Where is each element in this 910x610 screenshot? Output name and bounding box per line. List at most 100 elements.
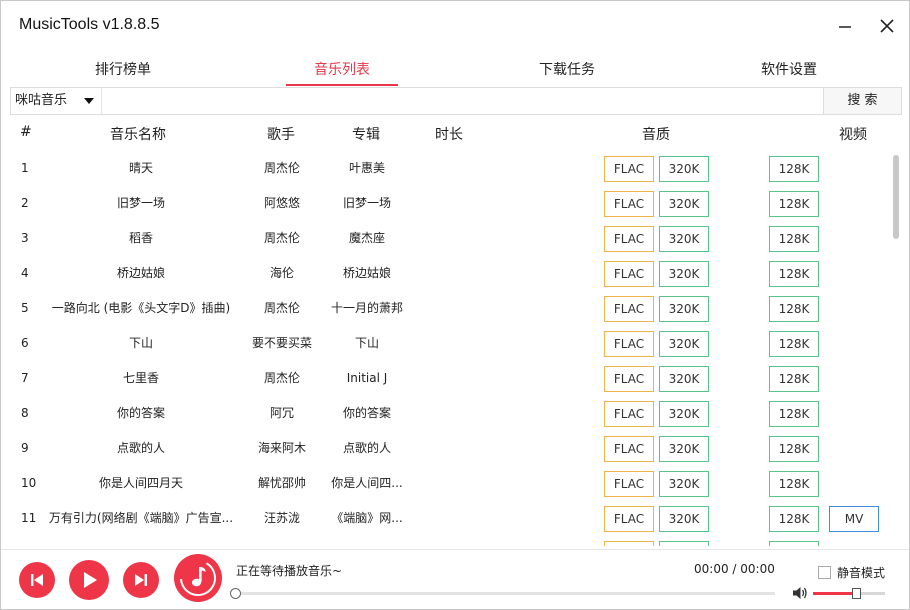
now-playing-disc[interactable] [174,554,222,602]
mp3-320k-download-button[interactable]: 320K [659,156,709,182]
mp3-128k-download-button[interactable] [769,541,819,546]
table-row[interactable]: 11 万有引力(网络剧《端脑》广告宣... 汪苏泷 《端脑》网... FLAC 320K 1… [1,501,889,536]
song-album: 魔杰座 [348,231,385,245]
song-album: 《端脑》网... [331,511,403,525]
flac-download-button[interactable] [604,541,654,546]
song-singer [246,536,318,546]
tab-settings[interactable]: 软件设置 [758,59,820,85]
mp3-128k-download-button[interactable]: 128K [769,471,819,497]
header-name: 音乐名称 [110,127,166,143]
mp3-320k-download-button[interactable]: 320K [659,506,709,532]
previous-button[interactable] [19,562,55,598]
table-row[interactable]: 5 一路向北 (电影《头文字D》插曲) 周杰伦 十一月的萧邦 FLAC 320K 128K [1,291,889,326]
mp3-320k-download-button[interactable]: 320K [659,436,709,462]
flac-download-button[interactable]: FLAC [604,436,654,462]
skip-next-icon [135,574,147,586]
table-row[interactable]: 10 你是人间四月天 解忧邵帅 你是人间四... FLAC 320K 128K [1,466,889,501]
flac-download-button[interactable]: FLAC [604,191,654,217]
volume-slider[interactable] [813,588,885,599]
mute-checkbox[interactable] [818,566,831,579]
table-row[interactable]: 1 晴天 周杰伦 叶惠美 FLAC 320K 128K [1,151,889,186]
song-album: 旧梦一场 [342,196,391,210]
song-singer: 阿冗 [269,406,294,420]
mp3-128k-download-button[interactable]: 128K [769,191,819,217]
mp3-128k-download-button[interactable]: 128K [769,401,819,427]
close-button[interactable] [877,16,897,36]
mp3-320k-download-button[interactable]: 320K [659,226,709,252]
volume-knob[interactable] [852,588,862,599]
table-row[interactable]: 7 七里香 周杰伦 Initial J FLAC 320K 128K [1,361,889,396]
song-name [41,536,241,546]
scrollbar-thumb[interactable] [893,155,899,239]
flac-download-button[interactable]: FLAC [604,261,654,287]
flac-download-button[interactable]: FLAC [604,156,654,182]
search-button[interactable]: 搜 索 [823,88,901,114]
mp3-320k-download-button[interactable]: 320K [659,331,709,357]
song-singer: 周杰伦 [263,231,300,245]
mp3-128k-download-button[interactable]: 128K [769,506,819,532]
speaker-icon[interactable] [792,586,808,600]
minimize-button[interactable] [835,16,855,36]
mp3-128k-download-button[interactable]: 128K [769,366,819,392]
mp3-128k-download-button[interactable]: 128K [769,296,819,322]
mp3-128k-download-button[interactable]: 128K [769,436,819,462]
mp3-320k-download-button[interactable] [659,541,709,546]
song-album: 你是人间四... [331,476,403,490]
mp3-128k-download-button[interactable]: 128K [769,156,819,182]
music-source-select[interactable]: 咪咕音乐 [11,88,101,114]
song-name: 桥边姑娘 [116,266,165,280]
mp3-320k-download-button[interactable]: 320K [659,471,709,497]
table-row[interactable] [1,536,889,546]
flac-download-button[interactable]: FLAC [604,226,654,252]
playback-progress[interactable] [230,588,775,599]
table-row[interactable]: 8 你的答案 阿冗 你的答案 FLAC 320K 128K [1,396,889,431]
progress-knob[interactable] [230,588,241,599]
mp3-128k-download-button[interactable]: 128K [769,261,819,287]
now-playing-status: 正在等待播放音乐~ [236,564,343,578]
playback-time: 00:00 / 00:00 [694,562,775,576]
table-row[interactable]: 9 点歌的人 海来阿木 点歌的人 FLAC 320K 128K [1,431,889,466]
tab-music-list[interactable]: 音乐列表 [286,59,398,86]
skip-previous-icon [31,574,43,586]
flac-download-button[interactable]: FLAC [604,366,654,392]
list-scrollbar[interactable] [889,151,903,546]
mv-button[interactable]: MV [829,506,879,532]
mp3-128k-download-button[interactable]: 128K [769,331,819,357]
flac-download-button[interactable]: FLAC [604,296,654,322]
mp3-128k-download-button[interactable]: 128K [769,226,819,252]
mp3-320k-download-button[interactable]: 320K [659,261,709,287]
app-title: MusicTools v1.8.8.5 [19,16,160,33]
flac-download-button[interactable]: FLAC [604,401,654,427]
mp3-320k-download-button[interactable]: 320K [659,366,709,392]
table-row[interactable]: 4 桥边姑娘 海伦 桥边姑娘 FLAC 320K 128K [1,256,889,291]
song-singer: 解忧邵帅 [257,476,306,490]
table-row[interactable]: 6 下山 要不要买菜 下山 FLAC 320K 128K [1,326,889,361]
flac-download-button[interactable]: FLAC [604,331,654,357]
search-input[interactable] [101,88,823,114]
song-album: 你的答案 [342,406,391,420]
header-index: # [20,124,32,140]
main-tabs: 排行榜单 音乐列表 下载任务 软件设置 [1,53,909,86]
minimize-icon [839,26,851,28]
song-singer: 阿悠悠 [263,196,300,210]
play-button[interactable] [69,560,109,600]
song-album: 叶惠美 [348,161,385,175]
music-note-icon [180,560,216,596]
mp3-320k-download-button[interactable]: 320K [659,296,709,322]
mp3-320k-download-button[interactable]: 320K [659,191,709,217]
tab-downloads[interactable]: 下载任务 [536,59,598,85]
header-singer: 歌手 [267,127,295,143]
song-singer: 汪苏泷 [263,511,300,525]
flac-download-button[interactable]: FLAC [604,506,654,532]
table-row[interactable]: 2 旧梦一场 阿悠悠 旧梦一场 FLAC 320K 128K [1,186,889,221]
table-row[interactable]: 3 稻香 周杰伦 魔杰座 FLAC 320K 128K [1,221,889,256]
header-album: 专辑 [352,127,380,143]
song-name: 稻香 [128,231,153,245]
mp3-320k-download-button[interactable]: 320K [659,401,709,427]
song-name: 一路向北 (电影《头文字D》插曲) [51,301,231,315]
table-header: # 音乐名称 歌手 专辑 时长 音质 视频 [1,119,909,147]
music-source-value: 咪咕音乐 [15,93,68,108]
next-button[interactable] [123,562,159,598]
tab-rankings[interactable]: 排行榜单 [92,59,154,85]
flac-download-button[interactable]: FLAC [604,471,654,497]
